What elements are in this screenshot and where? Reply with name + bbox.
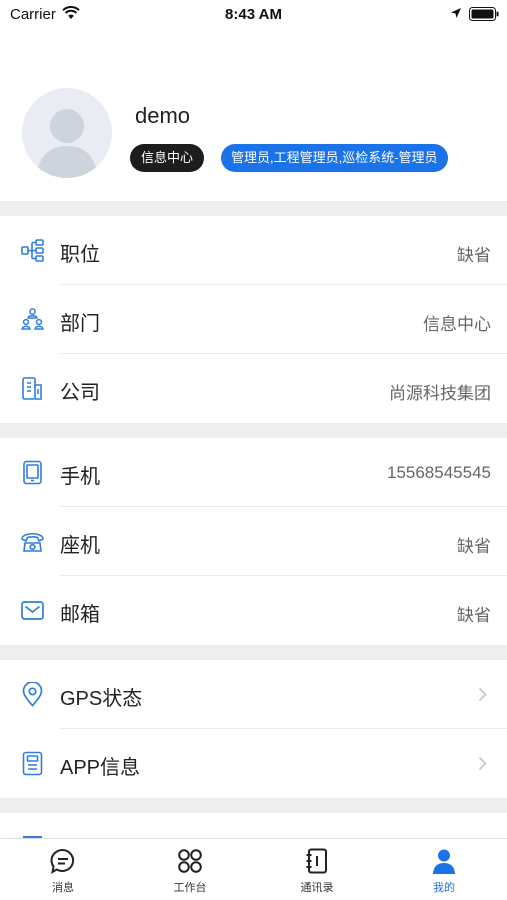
- section-separator: [0, 645, 507, 660]
- row-email[interactable]: 邮箱 缺省: [0, 576, 507, 645]
- section-separator: [0, 201, 507, 216]
- row-gps-status[interactable]: GPS状态: [0, 660, 507, 729]
- avatar[interactable]: [22, 88, 112, 178]
- position-label: 职位: [60, 244, 100, 266]
- email-label: 邮箱: [60, 604, 100, 626]
- department-label: 部门: [60, 313, 100, 335]
- section-separator: [0, 798, 507, 813]
- roles-badge: 管理员,工程管理员,巡检系统-管理员: [221, 144, 448, 172]
- row-company[interactable]: 公司 尚源科技集团: [0, 354, 507, 423]
- department-badge: 信息中心: [130, 144, 205, 172]
- row-partial[interactable]: [0, 813, 507, 838]
- tab-mine[interactable]: 我的: [381, 839, 507, 900]
- row-landline[interactable]: 座机 缺省: [0, 507, 507, 576]
- location-arrow-icon: [451, 8, 461, 18]
- position-icon: [21, 239, 44, 262]
- landline-value: 缺省: [457, 537, 491, 556]
- mobile-label: 手机: [60, 466, 100, 488]
- user-icon: [433, 849, 455, 874]
- department-icon: [21, 308, 44, 330]
- app-info-label: APP信息: [60, 757, 141, 779]
- username: demo: [135, 103, 191, 128]
- profile-header: demo 信息中心 管理员,工程管理员,巡检系统-管理员: [0, 30, 507, 201]
- department-value: 信息中心: [423, 315, 491, 334]
- mail-icon: [21, 601, 44, 620]
- company-value: 尚源科技集团: [389, 384, 491, 403]
- tab-contacts[interactable]: 通讯录: [254, 839, 380, 900]
- mobile-phone-icon: [23, 460, 42, 485]
- app-info-icon: [22, 751, 43, 776]
- email-value: 缺省: [457, 606, 491, 625]
- row-department[interactable]: 部门 信息中心: [0, 285, 507, 354]
- battery-icon: [469, 7, 499, 21]
- mobile-value: 15568545545: [386, 463, 491, 482]
- workbench-icon: [178, 849, 202, 873]
- location-pin-icon: [22, 682, 43, 707]
- section-separator: [0, 423, 507, 438]
- company-label: 公司: [60, 382, 100, 404]
- gps-status-label: GPS状态: [60, 688, 143, 710]
- tab-workbench-label: 工作台: [173, 882, 207, 894]
- tab-messages-label: 消息: [52, 882, 74, 894]
- clock: 8:43 AM: [225, 6, 282, 23]
- tab-bar: 消息 工作台 通讯录 我的: [0, 838, 507, 900]
- position-value: 缺省: [457, 246, 491, 265]
- row-mobile[interactable]: 手机 15568545545: [0, 438, 507, 507]
- company-icon: [22, 377, 42, 400]
- tab-workbench[interactable]: 工作台: [127, 839, 253, 900]
- tab-mine-label: 我的: [433, 882, 455, 894]
- chevron-right-icon: [478, 687, 487, 702]
- contacts-book-icon: [306, 848, 327, 874]
- message-icon: [50, 848, 75, 875]
- row-app-info[interactable]: APP信息: [0, 729, 507, 798]
- chevron-right-icon: [478, 756, 487, 771]
- status-bar: Carrier 8:43 AM: [0, 0, 507, 30]
- landline-phone-icon: [21, 532, 44, 552]
- tab-messages[interactable]: 消息: [0, 839, 126, 900]
- default-avatar-icon: [36, 109, 98, 178]
- row-position[interactable]: 职位 缺省: [0, 216, 507, 285]
- tab-contacts-label: 通讯录: [300, 882, 334, 894]
- landline-label: 座机: [60, 535, 100, 557]
